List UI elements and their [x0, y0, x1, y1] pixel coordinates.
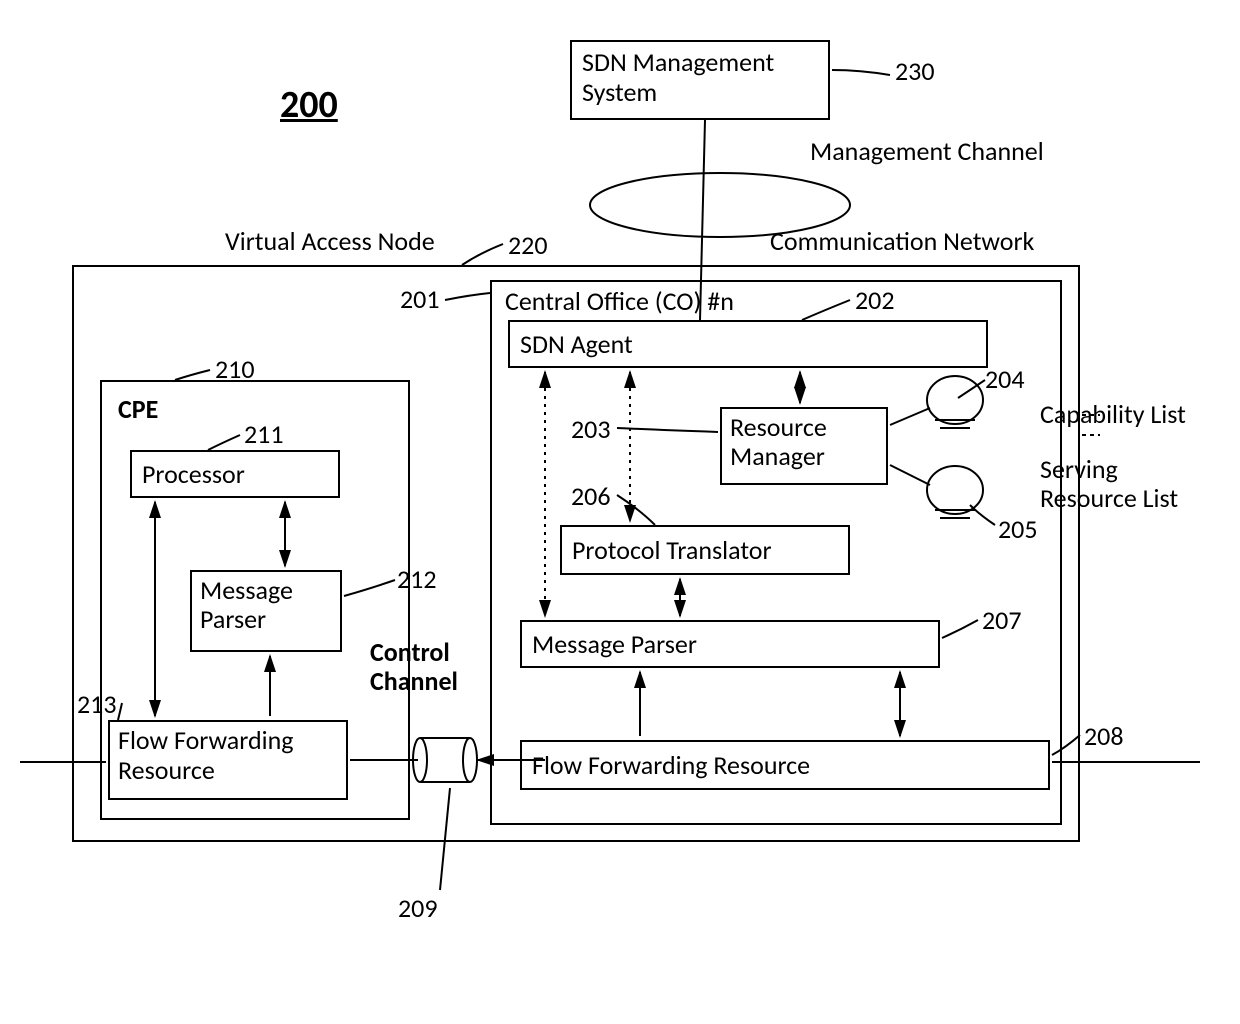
label-ffr-cpe: Flow ForwardingResource [118, 724, 293, 786]
label-serving-resource-list: ServingResource List [1040, 455, 1178, 512]
label-cpe: CPE [118, 393, 158, 425]
text-control-channel: ControlChannel [370, 636, 458, 697]
ref-213: 213 [77, 688, 117, 720]
label-message-parser-co: Message Parser [532, 628, 697, 660]
diagram-canvas: 200 SDN ManagementSystem Management Chan… [0, 0, 1240, 1024]
ref-206: 206 [571, 480, 611, 512]
label-processor: Processor [142, 458, 245, 490]
label-resource-manager: ResourceManager [730, 411, 827, 472]
ref-208: 208 [1084, 720, 1124, 752]
ref-211: 211 [244, 418, 284, 450]
box-message-parser-co: Message Parser [520, 620, 940, 668]
ref-209: 209 [398, 892, 438, 924]
ref-201: 201 [400, 283, 440, 315]
label-ffr-co: Flow Forwarding Resource [532, 749, 810, 781]
ref-212: 212 [397, 563, 437, 595]
ref-203: 203 [571, 413, 611, 445]
ref-207: 207 [982, 604, 1022, 636]
ref-202: 202 [855, 284, 895, 316]
label-control-channel: ControlChannel [370, 638, 458, 695]
label-protocol-translator: Protocol Translator [572, 534, 772, 566]
label-message-parser-cpe: MessageParser [200, 574, 293, 635]
label-sdn-management-system: SDN ManagementSystem [582, 46, 774, 108]
box-sdn-agent: SDN Agent [508, 320, 988, 368]
label-central-office-title: Central Office (CO) #n [505, 285, 734, 317]
figure-number: 200 [280, 82, 338, 128]
label-management-channel: Management Channel [810, 135, 1044, 167]
box-protocol-translator: Protocol Translator [560, 525, 850, 575]
box-processor: Processor [130, 450, 340, 498]
label-sdn-agent: SDN Agent [520, 328, 633, 360]
ref-205: 205 [998, 513, 1038, 545]
label-virtual-access-node: Virtual Access Node [225, 225, 435, 257]
box-message-parser-cpe: MessageParser [190, 570, 342, 652]
ref-220: 220 [508, 229, 548, 261]
label-capability-list: Capability List [1040, 398, 1186, 430]
box-ffr-co: Flow Forwarding Resource [520, 740, 1050, 790]
text-serving-resource-list: ServingResource List [1040, 453, 1178, 514]
box-resource-manager: ResourceManager [720, 407, 888, 485]
box-ffr-cpe: Flow ForwardingResource [108, 720, 348, 800]
ref-210: 210 [215, 353, 255, 385]
label-communication-network: Communication Network [770, 225, 1034, 257]
box-sdn-management-system: SDN ManagementSystem [570, 40, 830, 120]
ref-204: 204 [985, 363, 1025, 395]
ref-230: 230 [895, 55, 935, 87]
